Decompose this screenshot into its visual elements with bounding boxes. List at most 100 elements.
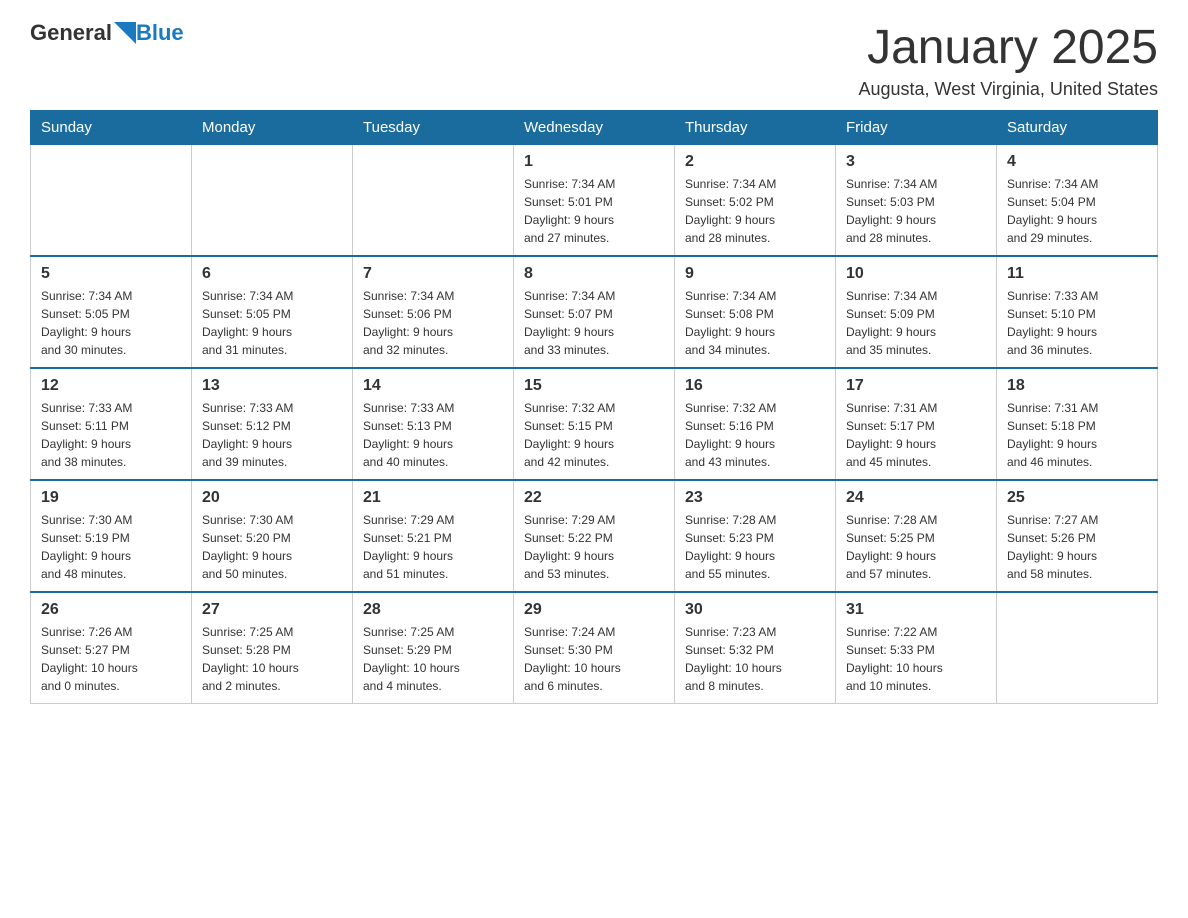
day-number: 4: [1007, 153, 1147, 171]
day-number: 5: [41, 265, 181, 283]
calendar-cell: 15Sunrise: 7:32 AM Sunset: 5:15 PM Dayli…: [514, 368, 675, 480]
calendar-cell: 28Sunrise: 7:25 AM Sunset: 5:29 PM Dayli…: [353, 592, 514, 704]
day-info: Sunrise: 7:34 AM Sunset: 5:02 PM Dayligh…: [685, 175, 825, 247]
calendar-header-row: SundayMondayTuesdayWednesdayThursdayFrid…: [31, 111, 1158, 145]
calendar-cell: [192, 145, 353, 257]
calendar-cell: 12 Sunrise: 7:33 AM Sunset: 5:11 PM Dayli…: [31, 368, 192, 480]
day-number: 1: [524, 153, 664, 171]
day-info: Sunrise: 7:22 AM Sunset: 5:33 PM Dayligh…: [846, 623, 986, 695]
calendar-cell: 31Sunrise: 7:22 AM Sunset: 5:33 PM Dayli…: [836, 592, 997, 704]
day-number: 9: [685, 265, 825, 283]
day-info: Sunrise: 7:34 AM Sunset: 5:05 PM Dayligh…: [41, 287, 181, 359]
logo-general-text: General: [30, 20, 112, 46]
day-number: 16: [685, 377, 825, 395]
calendar-cell: 20Sunrise: 7:30 AM Sunset: 5:20 PM Dayli…: [192, 480, 353, 592]
calendar-table: SundayMondayTuesdayWednesdayThursdayFrid…: [30, 110, 1158, 704]
day-number: 12: [41, 377, 181, 395]
calendar-cell: 2 Sunrise: 7:34 AM Sunset: 5:02 PM Daylig…: [675, 145, 836, 257]
calendar-cell: 17 Sunrise: 7:31 AM Sunset: 5:17 PM Dayli…: [836, 368, 997, 480]
calendar-cell: 5 Sunrise: 7:34 AM Sunset: 5:05 PM Daylig…: [31, 256, 192, 368]
weekday-header-saturday: Saturday: [997, 111, 1158, 145]
day-info: Sunrise: 7:33 AM Sunset: 5:12 PM Dayligh…: [202, 399, 342, 471]
day-number: 14: [363, 377, 503, 395]
calendar-week-5: 26 Sunrise: 7:26 AM Sunset: 5:27 PM Dayli…: [31, 592, 1158, 704]
weekday-header-wednesday: Wednesday: [514, 111, 675, 145]
calendar-cell: 11Sunrise: 7:33 AM Sunset: 5:10 PM Dayli…: [997, 256, 1158, 368]
day-info: Sunrise: 7:34 AM Sunset: 5:06 PM Dayligh…: [363, 287, 503, 359]
calendar-cell: 21 Sunrise: 7:29 AM Sunset: 5:21 PM Dayli…: [353, 480, 514, 592]
calendar-cell: [31, 145, 192, 257]
calendar-cell: 9Sunrise: 7:34 AM Sunset: 5:08 PM Daylig…: [675, 256, 836, 368]
day-number: 2: [685, 153, 825, 171]
calendar-cell: 22 Sunrise: 7:29 AM Sunset: 5:22 PM Dayli…: [514, 480, 675, 592]
calendar-week-2: 5 Sunrise: 7:34 AM Sunset: 5:05 PM Daylig…: [31, 256, 1158, 368]
day-number: 23: [685, 489, 825, 507]
day-info: Sunrise: 7:34 AM Sunset: 5:05 PM Dayligh…: [202, 287, 342, 359]
day-info: Sunrise: 7:32 AM Sunset: 5:15 PM Dayligh…: [524, 399, 664, 471]
day-number: 3: [846, 153, 986, 171]
day-info: Sunrise: 7:33 AM Sunset: 5:13 PM Dayligh…: [363, 399, 503, 471]
day-info: Sunrise: 7:31 AM Sunset: 5:18 PM Dayligh…: [1007, 399, 1147, 471]
calendar-week-4: 19Sunrise: 7:30 AM Sunset: 5:19 PM Dayli…: [31, 480, 1158, 592]
location-text: Augusta, West Virginia, United States: [859, 79, 1159, 100]
calendar-week-3: 12 Sunrise: 7:33 AM Sunset: 5:11 PM Dayli…: [31, 368, 1158, 480]
day-number: 21: [363, 489, 503, 507]
day-info: Sunrise: 7:31 AM Sunset: 5:17 PM Dayligh…: [846, 399, 986, 471]
day-info: Sunrise: 7:26 AM Sunset: 5:27 PM Dayligh…: [41, 623, 181, 695]
calendar-week-1: 1 Sunrise: 7:34 AM Sunset: 5:01 PM Daylig…: [31, 145, 1158, 257]
calendar-cell: 8 Sunrise: 7:34 AM Sunset: 5:07 PM Daylig…: [514, 256, 675, 368]
day-info: Sunrise: 7:27 AM Sunset: 5:26 PM Dayligh…: [1007, 511, 1147, 583]
calendar-cell: 29 Sunrise: 7:24 AM Sunset: 5:30 PM Dayli…: [514, 592, 675, 704]
day-info: Sunrise: 7:24 AM Sunset: 5:30 PM Dayligh…: [524, 623, 664, 695]
calendar-cell: 6 Sunrise: 7:34 AM Sunset: 5:05 PM Daylig…: [192, 256, 353, 368]
month-title: January 2025: [859, 20, 1159, 75]
day-number: 30: [685, 601, 825, 619]
day-number: 25: [1007, 489, 1147, 507]
day-info: Sunrise: 7:25 AM Sunset: 5:28 PM Dayligh…: [202, 623, 342, 695]
day-number: 18: [1007, 377, 1147, 395]
weekday-header-sunday: Sunday: [31, 111, 192, 145]
day-number: 17: [846, 377, 986, 395]
page-header: General Blue January 2025 Augusta, West …: [30, 20, 1158, 100]
day-info: Sunrise: 7:30 AM Sunset: 5:19 PM Dayligh…: [41, 511, 181, 583]
calendar-cell: 25 Sunrise: 7:27 AM Sunset: 5:26 PM Dayli…: [997, 480, 1158, 592]
calendar-cell: 26 Sunrise: 7:26 AM Sunset: 5:27 PM Dayli…: [31, 592, 192, 704]
day-info: Sunrise: 7:29 AM Sunset: 5:21 PM Dayligh…: [363, 511, 503, 583]
logo-icon: [114, 22, 136, 44]
day-info: Sunrise: 7:34 AM Sunset: 5:03 PM Dayligh…: [846, 175, 986, 247]
day-number: 24: [846, 489, 986, 507]
calendar-cell: 13 Sunrise: 7:33 AM Sunset: 5:12 PM Dayli…: [192, 368, 353, 480]
calendar-cell: 16Sunrise: 7:32 AM Sunset: 5:16 PM Dayli…: [675, 368, 836, 480]
logo: General Blue: [30, 20, 184, 46]
day-info: Sunrise: 7:23 AM Sunset: 5:32 PM Dayligh…: [685, 623, 825, 695]
weekday-header-tuesday: Tuesday: [353, 111, 514, 145]
calendar-cell: 14 Sunrise: 7:33 AM Sunset: 5:13 PM Dayli…: [353, 368, 514, 480]
weekday-header-thursday: Thursday: [675, 111, 836, 145]
calendar-cell: [353, 145, 514, 257]
logo-blue-text: Blue: [136, 20, 184, 46]
calendar-cell: 7 Sunrise: 7:34 AM Sunset: 5:06 PM Daylig…: [353, 256, 514, 368]
day-number: 29: [524, 601, 664, 619]
day-info: Sunrise: 7:29 AM Sunset: 5:22 PM Dayligh…: [524, 511, 664, 583]
day-number: 7: [363, 265, 503, 283]
day-info: Sunrise: 7:34 AM Sunset: 5:01 PM Dayligh…: [524, 175, 664, 247]
day-number: 27: [202, 601, 342, 619]
day-info: Sunrise: 7:28 AM Sunset: 5:25 PM Dayligh…: [846, 511, 986, 583]
day-info: Sunrise: 7:34 AM Sunset: 5:07 PM Dayligh…: [524, 287, 664, 359]
weekday-header-friday: Friday: [836, 111, 997, 145]
day-number: 13: [202, 377, 342, 395]
calendar-cell: 3 Sunrise: 7:34 AM Sunset: 5:03 PM Daylig…: [836, 145, 997, 257]
day-info: Sunrise: 7:25 AM Sunset: 5:29 PM Dayligh…: [363, 623, 503, 695]
day-number: 26: [41, 601, 181, 619]
day-number: 10: [846, 265, 986, 283]
day-number: 8: [524, 265, 664, 283]
day-number: 6: [202, 265, 342, 283]
calendar-cell: 18 Sunrise: 7:31 AM Sunset: 5:18 PM Dayli…: [997, 368, 1158, 480]
day-number: 22: [524, 489, 664, 507]
calendar-cell: 23Sunrise: 7:28 AM Sunset: 5:23 PM Dayli…: [675, 480, 836, 592]
calendar-cell: 24 Sunrise: 7:28 AM Sunset: 5:25 PM Dayli…: [836, 480, 997, 592]
calendar-cell: 27 Sunrise: 7:25 AM Sunset: 5:28 PM Dayli…: [192, 592, 353, 704]
calendar-cell: 1 Sunrise: 7:34 AM Sunset: 5:01 PM Daylig…: [514, 145, 675, 257]
day-info: Sunrise: 7:30 AM Sunset: 5:20 PM Dayligh…: [202, 511, 342, 583]
day-info: Sunrise: 7:33 AM Sunset: 5:11 PM Dayligh…: [41, 399, 181, 471]
